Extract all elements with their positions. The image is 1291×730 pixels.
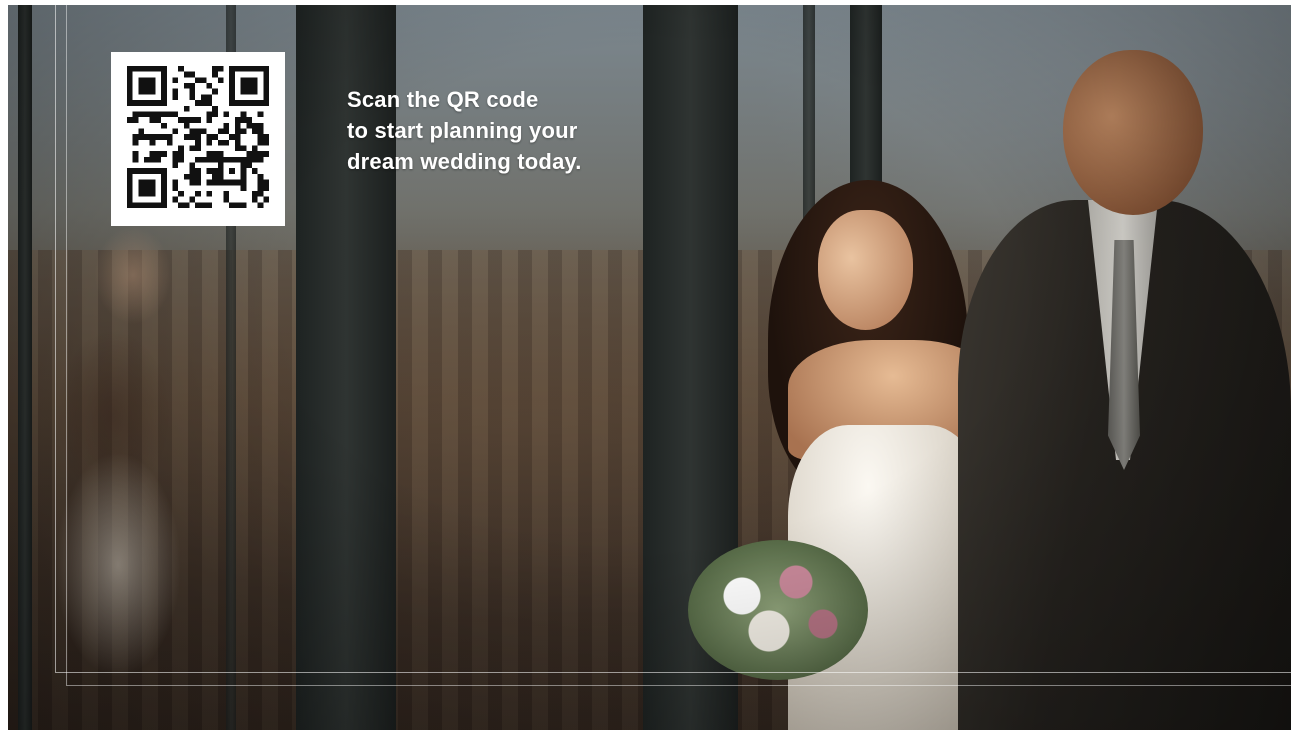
qr-code-icon [127, 66, 269, 208]
promo-line-1: Scan the QR code [347, 87, 539, 112]
qr-code[interactable] [111, 52, 285, 226]
promo-line-2: to start planning your [347, 118, 578, 143]
crop-guide-horizontal-inner [66, 685, 1291, 686]
crop-guide-vertical-inner [66, 0, 67, 685]
promo-line-3: dream wedding today. [347, 149, 582, 174]
crop-guide-vertical-outer [55, 0, 56, 672]
crop-guide-horizontal-outer [55, 672, 1291, 673]
promo-text: Scan the QR code to start planning your … [347, 84, 667, 177]
